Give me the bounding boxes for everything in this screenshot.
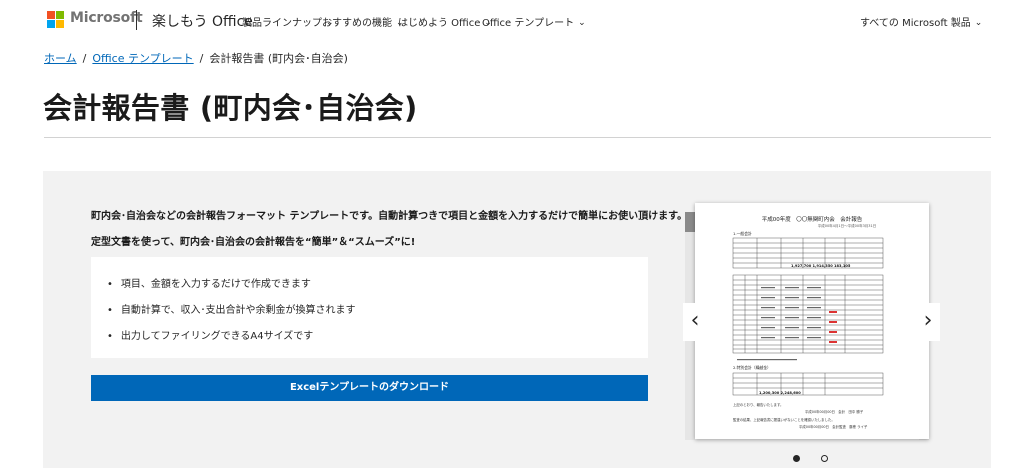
breadcrumb-current: 会計報告書 (町内会･自治会) [209,52,348,65]
site-name[interactable]: 楽しもう Office [152,11,253,31]
top-navigation: Microsoft 楽しもう Office 製品ラインナップ ⌄ おすすめの機能 ⌄… [0,0,1024,40]
feature-list: 項目、金額を入力するだけで作成できます 自動計算で、収入･支出合計や余剰金が換算… [91,257,648,358]
doc-footer-note: 上記のとおり、報告いたします。 [733,402,783,407]
template-description: 町内会･自治会などの会計報告フォーマット テンプレートです。自動計算つきで項目と… [91,211,688,222]
template-tagline: 定型文書を使って、町内会･自治会の会計報告を“簡単”＆“スムーズ”に! [91,237,416,248]
carousel-next-button[interactable]: › [916,303,940,341]
doc-total-general: 1,927,700 1,914,350 183,105 [791,264,851,268]
carousel-previous-button[interactable]: ‹ [683,303,707,341]
breadcrumb-templates[interactable]: Office テンプレート [92,52,193,65]
title-divider [44,137,991,138]
nav-templates-label: Office テンプレート [482,18,575,29]
chevron-down-icon: ⌄ [578,18,586,28]
template-preview-image: 平成00年度 〇〇無関町内会 会計報告 平成00年4月1日～平成00年3月31日… [695,203,929,439]
breadcrumb: ホーム / Office テンプレート / 会計報告書 (町内会･自治会) [44,50,348,66]
list-item: 出力してファイリングできるA4サイズです [107,327,313,342]
download-excel-button[interactable]: Excelテンプレートのダウンロード [91,375,648,401]
doc-footer-signature: 平成00年00月00日 会計 田中 勝子 [805,409,864,414]
list-item: 項目、金額を入力するだけで作成できます [107,275,311,290]
nav-products[interactable]: 製品ラインナップ ⌄ [242,14,334,29]
nav-all-products[interactable]: すべての Microsoft 製品 ⌄ [860,14,982,29]
carousel-dot-2[interactable] [821,455,828,462]
list-item: 自動計算で、収入･支出合計や余剰金が換算されます [107,301,356,316]
breadcrumb-home[interactable]: ホーム [44,52,77,65]
nav-features-label: おすすめの機能 [322,18,392,29]
doc-total-special: 1,200,300 2,248,600 [759,391,801,395]
doc-footer-audit: 監査の結果、上記報告書に間違いがないことを確認いたしました。 [733,417,835,422]
page-title: 会計報告書 (町内会･自治会) [43,91,418,125]
nav-products-label: 製品ラインナップ [242,18,322,29]
carousel-dot-1-active[interactable] [793,455,800,462]
doc-footer-audit-signature: 平成00年00月00日 会計監査 藤巻 ライ子 [799,424,868,429]
chevron-right-icon: › [923,308,933,333]
header-divider [136,10,137,30]
microsoft-brand[interactable]: Microsoft [70,10,143,26]
microsoft-logo-icon[interactable] [47,11,64,28]
nav-all-products-label: すべての Microsoft 製品 [860,18,971,29]
nav-features[interactable]: おすすめの機能 ⌄ [322,14,404,29]
chevron-down-icon: ⌄ [974,18,983,28]
doc-subtitle: 平成00年4月1日～平成00年3月31日 [818,223,877,228]
doc-title: 平成00年度 〇〇無関町内会 会計報告 [762,215,863,223]
nav-templates[interactable]: Office テンプレート ⌄ [482,14,586,29]
accounting-report-preview: 平成00年度 〇〇無関町内会 会計報告 平成00年4月1日～平成00年3月31日… [732,215,884,429]
doc-section-general: 1.一般会計 [733,231,752,236]
doc-section-special: 2.特別会計（繰越金） [733,365,771,370]
breadcrumb-separator: / [199,52,204,65]
nav-get-started[interactable]: はじめよう Office ⌄ [398,14,492,29]
nav-get-started-label: はじめよう Office [398,18,481,29]
previous-slide-peek-header [685,212,695,232]
chevron-left-icon: ‹ [690,308,700,333]
breadcrumb-separator: / [82,52,87,65]
